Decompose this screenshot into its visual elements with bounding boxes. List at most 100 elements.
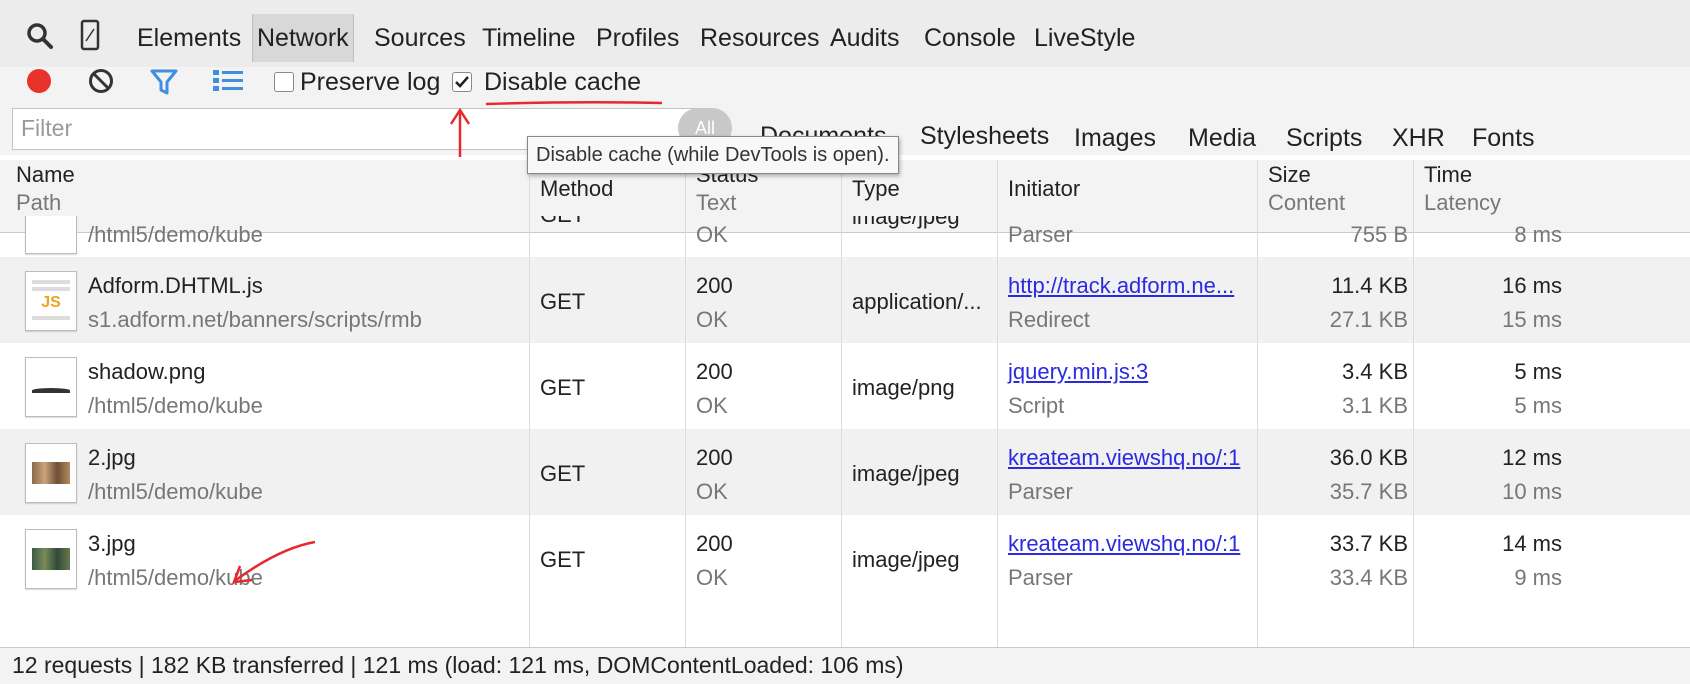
file-thumbnail-icon bbox=[25, 216, 77, 254]
request-latency: 9 ms bbox=[1514, 565, 1562, 590]
request-latency: 5 ms bbox=[1514, 393, 1562, 418]
filter-xhr[interactable]: XHR bbox=[1392, 124, 1445, 153]
request-latency: 8 ms bbox=[1514, 222, 1562, 247]
status-summary: 12 requests | 182 KB transferred | 121 m… bbox=[12, 652, 904, 678]
device-mode-icon[interactable] bbox=[80, 19, 100, 51]
column-method[interactable]: Method bbox=[540, 176, 613, 202]
disable-cache-label[interactable]: Disable cache bbox=[484, 67, 641, 97]
request-initiator-link[interactable]: kreateam.viewshq.no/:1 bbox=[1008, 531, 1240, 557]
request-latency: 15 ms bbox=[1502, 307, 1562, 332]
request-content-size: 27.1 KB bbox=[1329, 307, 1408, 332]
request-method: GET bbox=[540, 461, 586, 486]
record-icon[interactable] bbox=[25, 67, 53, 95]
column-divider[interactable] bbox=[529, 160, 530, 647]
request-status-text: OK bbox=[696, 307, 728, 332]
request-status-code: 200 bbox=[696, 273, 733, 298]
column-type[interactable]: Type bbox=[852, 176, 900, 202]
tab-timeline[interactable]: Timeline bbox=[478, 14, 580, 62]
request-path: /html5/demo/kube bbox=[88, 479, 263, 504]
tab-audits[interactable]: Audits bbox=[826, 14, 903, 62]
request-content-size: 35.7 KB bbox=[1329, 479, 1408, 504]
tab-console[interactable]: Console bbox=[920, 14, 1020, 62]
filter-scripts[interactable]: Scripts bbox=[1286, 124, 1362, 153]
request-name: Adform.DHTML.js bbox=[88, 273, 263, 298]
column-divider[interactable] bbox=[841, 160, 842, 647]
request-type: image/jpeg bbox=[852, 461, 960, 486]
request-size: 33.7 KB bbox=[1329, 531, 1408, 556]
request-status-code: 200 bbox=[696, 445, 733, 470]
filter-media[interactable]: Media bbox=[1188, 124, 1256, 153]
request-time: 14 ms bbox=[1502, 531, 1562, 556]
request-time: 16 ms bbox=[1502, 273, 1562, 298]
preserve-log-checkbox[interactable] bbox=[274, 72, 294, 92]
column-content[interactable]: Content bbox=[1268, 190, 1345, 216]
js-file-icon: JS bbox=[25, 271, 77, 331]
request-path: /html5/demo/kube bbox=[88, 222, 263, 247]
request-latency: 10 ms bbox=[1502, 479, 1562, 504]
tab-resources[interactable]: Resources bbox=[696, 14, 824, 62]
request-status-text: OK bbox=[696, 479, 728, 504]
request-initiator-link[interactable]: http://track.adform.ne... bbox=[1008, 273, 1234, 299]
table-row[interactable]: /html5/demo/kube GET OK image/jpeg Parse… bbox=[0, 216, 1690, 257]
status-bar: 12 requests | 182 KB transferred | 121 m… bbox=[0, 647, 1690, 684]
request-type: image/png bbox=[852, 375, 955, 400]
column-divider[interactable] bbox=[685, 160, 686, 647]
column-name[interactable]: Name bbox=[16, 162, 75, 188]
column-time[interactable]: Time bbox=[1424, 162, 1472, 188]
request-initiator-type: Parser bbox=[1008, 222, 1073, 247]
request-initiator-type: Parser bbox=[1008, 565, 1073, 590]
request-type: application/... bbox=[852, 289, 982, 314]
image-thumbnail-icon bbox=[25, 529, 77, 589]
tab-sources[interactable]: Sources bbox=[370, 14, 470, 62]
filter-images[interactable]: Images bbox=[1074, 124, 1156, 153]
column-latency[interactable]: Latency bbox=[1424, 190, 1501, 216]
request-content-size: 33.4 KB bbox=[1329, 565, 1408, 590]
request-time: 5 ms bbox=[1514, 359, 1562, 384]
request-initiator-link[interactable]: jquery.min.js:3 bbox=[1008, 359, 1148, 385]
request-path: /html5/demo/kube bbox=[88, 565, 263, 590]
request-initiator-link[interactable]: kreateam.viewshq.no/:1 bbox=[1008, 445, 1240, 471]
disable-cache-tooltip: Disable cache (while DevTools is open). bbox=[527, 136, 899, 174]
tab-livestyle[interactable]: LiveStyle bbox=[1030, 14, 1139, 62]
tab-network[interactable]: Network bbox=[252, 14, 354, 62]
table-row[interactable]: shadow.png /html5/demo/kube GET 200 OK i… bbox=[0, 343, 1690, 429]
preserve-log-label[interactable]: Preserve log bbox=[300, 67, 440, 97]
js-file-label: JS bbox=[41, 294, 61, 311]
filter-placeholder: Filter bbox=[21, 115, 73, 141]
request-content-size: 3.1 KB bbox=[1341, 393, 1408, 418]
request-name: 3.jpg bbox=[88, 531, 136, 556]
table-row[interactable]: 3.jpg /html5/demo/kube GET 200 OK image/… bbox=[0, 515, 1690, 601]
column-initiator[interactable]: Initiator bbox=[1008, 176, 1080, 202]
request-status-text: OK bbox=[696, 565, 728, 590]
request-status-code: 200 bbox=[696, 359, 733, 384]
filter-stylesheets[interactable]: Stylesheets bbox=[920, 122, 1049, 151]
tab-elements[interactable]: Elements bbox=[133, 14, 245, 62]
search-icon[interactable] bbox=[26, 22, 54, 50]
table-row[interactable]: 2.jpg /html5/demo/kube GET 200 OK image/… bbox=[0, 429, 1690, 515]
filter-fonts[interactable]: Fonts bbox=[1472, 124, 1535, 153]
request-name: 2.jpg bbox=[88, 445, 136, 470]
checkmark-icon bbox=[455, 76, 469, 88]
request-path: /html5/demo/kube bbox=[88, 393, 263, 418]
table-row[interactable]: JS Adform.DHTML.js s1.adform.net/banners… bbox=[0, 257, 1690, 343]
request-status-text: OK bbox=[696, 222, 728, 247]
tab-profiles[interactable]: Profiles bbox=[592, 14, 683, 62]
devtools-panel-tabs: Elements Network Sources Timeline Profil… bbox=[0, 0, 1690, 68]
request-type: image/jpeg bbox=[852, 547, 960, 572]
column-divider[interactable] bbox=[997, 160, 998, 647]
request-size: 11.4 KB bbox=[1331, 273, 1408, 298]
clear-icon[interactable] bbox=[87, 67, 115, 95]
column-size[interactable]: Size bbox=[1268, 162, 1311, 188]
column-divider[interactable] bbox=[1257, 160, 1258, 647]
request-initiator-type: Parser bbox=[1008, 479, 1073, 504]
disable-cache-checkbox[interactable] bbox=[452, 72, 472, 92]
image-thumbnail-icon bbox=[25, 443, 77, 503]
request-type: image/jpeg bbox=[852, 216, 960, 229]
request-name: shadow.png bbox=[88, 359, 206, 384]
list-view-icon[interactable] bbox=[213, 69, 243, 93]
filter-icon[interactable] bbox=[150, 68, 178, 96]
column-path[interactable]: Path bbox=[16, 190, 61, 216]
column-divider[interactable] bbox=[1413, 160, 1414, 647]
column-status-text[interactable]: Text bbox=[696, 190, 736, 216]
request-method: GET bbox=[540, 289, 586, 314]
